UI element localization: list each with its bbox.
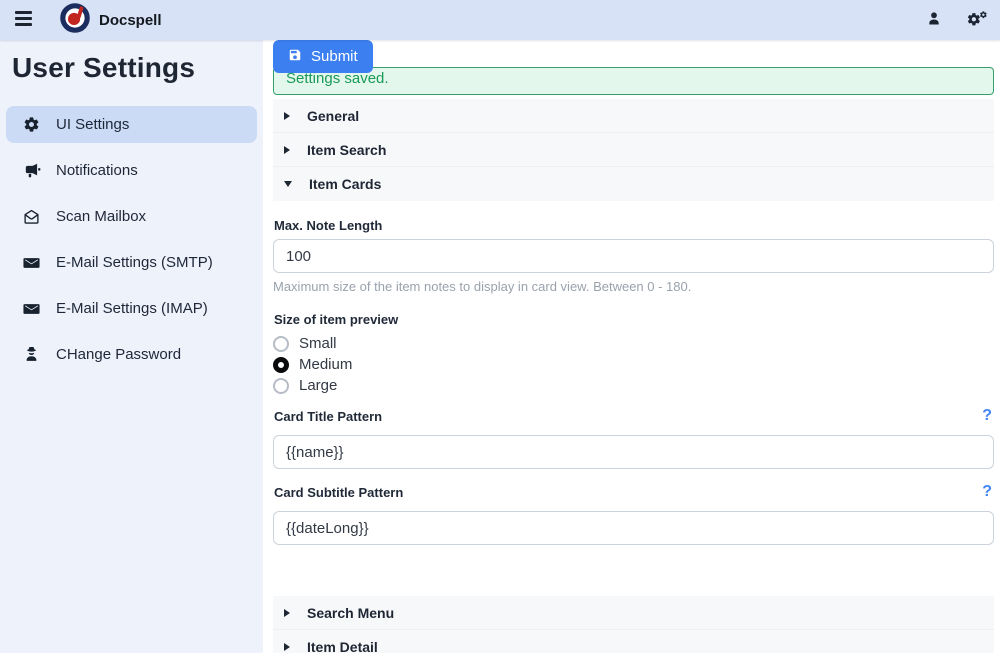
menu-toggle-button[interactable] [12,9,34,31]
help-icon[interactable]: ? [982,485,994,499]
caret-down-icon [284,181,292,187]
settings-accordion-top: General Item Search Item Cards [273,99,994,201]
accordion-label: General [307,108,359,124]
card-title-pattern-input[interactable] [273,435,994,469]
account-menu-button[interactable] [926,10,942,30]
app-window: Docspell User S [0,0,1000,653]
sidebar-item-label: Scan Mailbox [56,208,146,225]
settings-menu-button[interactable] [966,10,988,31]
gear-icon [22,116,41,133]
app-brand[interactable]: Docspell [60,3,162,38]
preview-size-label: Size of item preview [274,312,994,327]
bullhorn-icon [22,163,41,179]
radio-unchecked-icon[interactable] [273,336,289,352]
max-note-length-input[interactable] [273,239,994,273]
settings-nav: UI Settings Notifications [0,106,263,373]
app-title: Docspell [99,12,162,29]
caret-right-icon [284,146,290,154]
max-note-length-label: Max. Note Length [274,218,994,233]
sidebar-item-email-imap[interactable]: E-Mail Settings (IMAP) [6,290,257,327]
settings-content: Submit Settings saved. General Item Sear… [263,40,1000,653]
radio-unchecked-icon[interactable] [273,378,289,394]
top-navbar: Docspell [0,0,1000,40]
sidebar-item-email-smtp[interactable]: E-Mail Settings (SMTP) [6,244,257,281]
envelope-open-icon [22,208,41,225]
save-icon [288,48,302,66]
help-icon[interactable]: ? [982,409,994,423]
card-title-pattern-label: Card Title Pattern [274,409,382,424]
card-subtitle-pattern-field: Card Subtitle Pattern ? [273,485,994,545]
cogs-icon [966,10,988,31]
settings-sidebar: User Settings UI Settings [0,40,263,653]
sidebar-item-label: Notifications [56,162,138,179]
accordion-item-detail[interactable]: Item Detail [273,630,994,653]
sidebar-item-change-password[interactable]: CHange Password [6,336,257,373]
card-subtitle-pattern-input[interactable] [273,511,994,545]
sidebar-item-scan-mailbox[interactable]: Scan Mailbox [6,198,257,235]
accordion-label: Search Menu [307,605,394,621]
navbar-actions [926,10,988,31]
docspell-logo-icon [60,3,90,38]
max-note-length-field: Max. Note Length Maximum size of the ite… [273,218,994,294]
envelope-icon [22,256,41,270]
sidebar-item-notifications[interactable]: Notifications [6,152,257,189]
card-subtitle-pattern-label: Card Subtitle Pattern [274,485,403,500]
caret-right-icon [284,609,290,617]
item-cards-panel: Max. Note Length Maximum size of the ite… [273,201,994,582]
radio-option-label: Medium [299,356,352,373]
accordion-item-search[interactable]: Item Search [273,133,994,167]
sidebar-item-label: UI Settings [56,116,129,133]
settings-accordion-bottom: Search Menu Item Detail Tag Category Col… [273,596,994,653]
sidebar-item-label: CHange Password [56,346,181,363]
radio-checked-icon[interactable] [273,357,289,373]
card-title-pattern-field: Card Title Pattern ? [273,409,994,469]
accordion-item-cards[interactable]: Item Cards [273,167,994,201]
preview-size-option-medium[interactable]: Medium [273,354,994,375]
submit-button-label: Submit [311,48,358,65]
sidebar-item-label: E-Mail Settings (IMAP) [56,300,208,317]
max-note-length-helper: Maximum size of the item notes to displa… [273,279,994,294]
user-icon [926,10,942,30]
accordion-general[interactable]: General [273,99,994,133]
radio-option-label: Small [299,335,337,352]
accordion-label: Item Search [307,142,386,158]
accordion-label: Item Detail [307,639,378,653]
success-alert: Settings saved. [273,67,994,95]
caret-right-icon [284,112,290,120]
caret-right-icon [284,643,290,651]
sidebar-item-ui-settings[interactable]: UI Settings [6,106,257,143]
preview-size-option-small[interactable]: Small [273,333,994,354]
sidebar-item-label: E-Mail Settings (SMTP) [56,254,213,271]
user-secret-icon [22,346,41,363]
hamburger-icon [15,11,32,29]
accordion-search-menu[interactable]: Search Menu [273,596,994,630]
envelope-icon [22,302,41,316]
accordion-label: Item Cards [309,176,381,192]
page-title: User Settings [12,52,251,84]
submit-button[interactable]: Submit [273,40,373,73]
preview-size-option-large[interactable]: Large [273,375,994,396]
preview-size-group: Size of item preview Small Medium Large [273,312,994,396]
radio-option-label: Large [299,377,337,394]
